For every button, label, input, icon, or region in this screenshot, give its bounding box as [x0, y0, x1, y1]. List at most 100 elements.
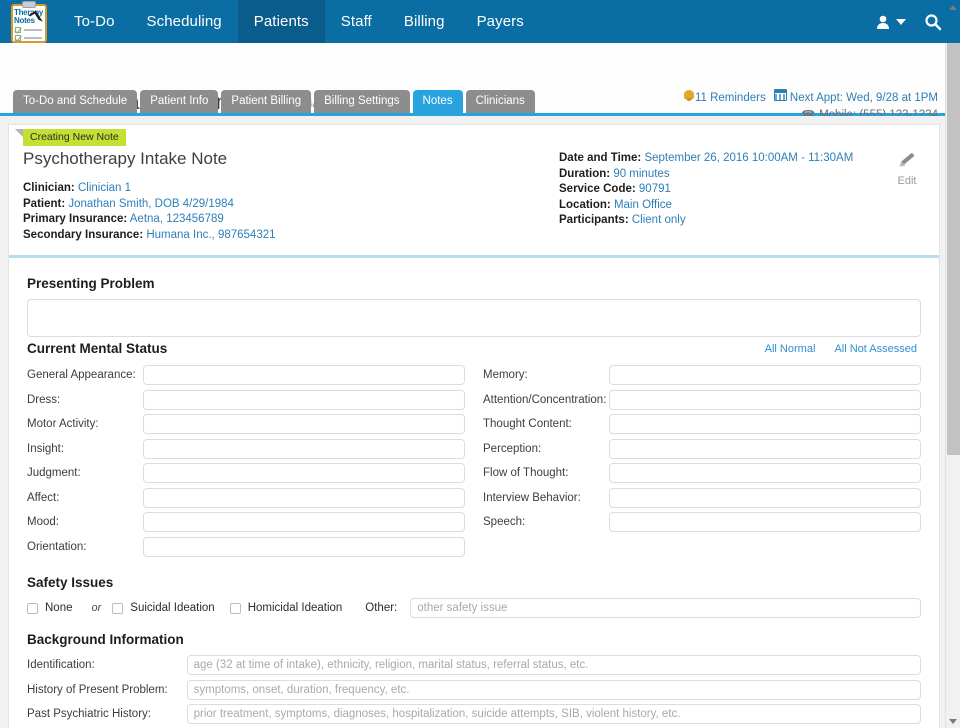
interview-behavior-input[interactable]: [609, 488, 921, 508]
judgment-input[interactable]: [143, 463, 465, 483]
dress-input[interactable]: [143, 390, 465, 410]
meta-row-date-and-time: Date and Time: September 26, 2016 10:00A…: [559, 151, 879, 167]
nav-item-scheduling[interactable]: Scheduling: [131, 0, 238, 43]
nav-item-staff[interactable]: Staff: [325, 0, 388, 43]
meta-row-location: Location: Main Office: [559, 198, 879, 214]
subtab-label: To-Do and Schedule: [23, 95, 127, 107]
scrollbar-thumb[interactable]: [947, 43, 960, 455]
field-past-psychiatric-history: Past Psychiatric History:: [27, 704, 921, 724]
speech-input[interactable]: [609, 512, 921, 532]
perception-input[interactable]: [609, 439, 921, 459]
safety-issues-row: None or Suicidal Ideation Homicidal Idea…: [27, 598, 921, 618]
nav-item-billing[interactable]: Billing: [388, 0, 461, 43]
section-title-current-mental-status: Current Mental Status: [27, 341, 167, 356]
attention-concentration-input[interactable]: [609, 390, 921, 410]
all-not-assessed-link[interactable]: All Not Assessed: [834, 343, 917, 355]
subtab-patient-info[interactable]: Patient Info: [140, 90, 218, 113]
field-label: Identification:: [27, 659, 187, 671]
next-appt-label: Next Appt: Wed, 9/28 at 1PM: [790, 92, 938, 104]
general-appearance-input[interactable]: [143, 365, 465, 385]
mood-input[interactable]: [143, 512, 465, 532]
meta-value: Jonathan Smith, DOB 4/29/1984: [68, 198, 234, 210]
search-button[interactable]: [924, 13, 942, 31]
field-label: Interview Behavior:: [483, 492, 609, 504]
field-label: Thought Content:: [483, 418, 609, 430]
history-of-present-problem-input[interactable]: [187, 680, 921, 700]
checkbox-none[interactable]: [27, 603, 38, 614]
meta-label: Patient:: [23, 198, 65, 210]
flow-of-thought-input[interactable]: [609, 463, 921, 483]
field-label: Affect:: [27, 492, 143, 504]
field-label: Perception:: [483, 443, 609, 455]
identification-input[interactable]: [187, 655, 921, 675]
nav-item-to-do[interactable]: To-Do: [58, 0, 131, 43]
meta-row-primary-insurance: Primary Insurance: Aetna, 123456789: [23, 212, 517, 228]
field-motor-activity: Motor Activity:: [27, 414, 465, 434]
field-memory: Memory:: [483, 365, 921, 385]
subtab-billing-settings[interactable]: Billing Settings: [314, 90, 409, 113]
other-safety-issue-input[interactable]: [410, 598, 921, 618]
field-label: Memory:: [483, 369, 609, 381]
chevron-down-icon: [896, 19, 906, 25]
checkbox-suicidal-ideation-label: Suicidal Ideation: [130, 602, 214, 614]
patient-subtabs: To-Do and Schedule Patient Info Patient …: [13, 90, 535, 113]
top-navigation-bar: Therapy Notes To-Do Scheduling Patients …: [0, 0, 960, 43]
mental-status-quick-links: All Normal All Not Assessed: [749, 343, 917, 355]
field-flow-of-thought: Flow of Thought:: [483, 463, 921, 483]
subtab-notes[interactable]: Notes: [413, 90, 463, 113]
nav-label: Scheduling: [147, 13, 222, 30]
section-title-safety-issues: Safety Issues: [27, 575, 925, 590]
field-label: Past Psychiatric History:: [27, 708, 187, 720]
checkbox-homicidal-ideation[interactable]: [230, 603, 241, 614]
meta-row-clinician: Clinician: Clinician 1: [23, 181, 517, 197]
presenting-problem-input[interactable]: [27, 299, 921, 337]
vertical-scrollbar[interactable]: [945, 43, 960, 728]
thought-content-input[interactable]: [609, 414, 921, 434]
nav-item-payers[interactable]: Payers: [461, 0, 540, 43]
subtab-patient-billing[interactable]: Patient Billing: [221, 90, 311, 113]
nav-item-patients[interactable]: Patients: [238, 0, 325, 43]
next-appt-link[interactable]: Next Appt: Wed, 9/28 at 1PM: [774, 89, 938, 107]
meta-label: Duration:: [559, 168, 610, 180]
mental-status-column-left: General Appearance: Dress: Motor Activit…: [27, 365, 465, 561]
mental-status-header: Current Mental Status All Normal All Not…: [27, 343, 921, 357]
edit-button-label: Edit: [887, 175, 927, 187]
edit-button[interactable]: Edit: [887, 151, 927, 187]
reminders-label: 11 Reminders: [695, 92, 766, 104]
nav-right-group: [875, 0, 960, 43]
field-attention-concentration: Attention/Concentration:: [483, 390, 921, 410]
insight-input[interactable]: [143, 439, 465, 459]
meta-label: Participants:: [559, 214, 629, 226]
reminders-link[interactable]: 11 Reminders: [683, 89, 766, 107]
nav-label: Billing: [404, 13, 445, 30]
field-label: Judgment:: [27, 467, 143, 479]
field-label: Speech:: [483, 516, 609, 528]
motor-activity-input[interactable]: [143, 414, 465, 434]
meta-label: Clinician:: [23, 182, 75, 194]
meta-value: Aetna, 123456789: [130, 213, 224, 225]
orientation-input[interactable]: [143, 537, 465, 557]
field-insight: Insight:: [27, 439, 465, 459]
subtab-to-do-and-schedule[interactable]: To-Do and Schedule: [13, 90, 137, 113]
app-logo[interactable]: Therapy Notes: [0, 0, 58, 43]
meta-value: Client only: [632, 214, 686, 226]
mental-status-column-right: Memory: Attention/Concentration: Thought…: [483, 365, 921, 561]
checkbox-none-label: None: [45, 602, 73, 614]
affect-input[interactable]: [143, 488, 465, 508]
checkbox-suicidal-ideation[interactable]: [112, 603, 123, 614]
meta-row-patient: Patient: Jonathan Smith, DOB 4/29/1984: [23, 197, 517, 213]
scroll-down-arrow-icon[interactable]: [949, 719, 957, 724]
field-thought-content: Thought Content:: [483, 414, 921, 434]
note-card: Creating New Note Psychotherapy Intake N…: [8, 124, 940, 728]
subtab-clinicians[interactable]: Clinicians: [466, 90, 535, 113]
note-meta-right: Date and Time: September 26, 2016 10:00A…: [559, 151, 879, 229]
scroll-up-arrow-icon[interactable]: [949, 5, 957, 10]
meta-label: Date and Time:: [559, 152, 641, 164]
all-normal-link[interactable]: All Normal: [765, 343, 816, 355]
memory-input[interactable]: [609, 365, 921, 385]
note-meta-left: Clinician: Clinician 1 Patient: Jonathan…: [23, 181, 517, 243]
past-psychiatric-history-input[interactable]: [187, 704, 921, 724]
meta-row-participants: Participants: Client only: [559, 213, 879, 229]
subtab-label: Billing Settings: [324, 95, 399, 107]
account-menu-button[interactable]: [875, 14, 906, 30]
